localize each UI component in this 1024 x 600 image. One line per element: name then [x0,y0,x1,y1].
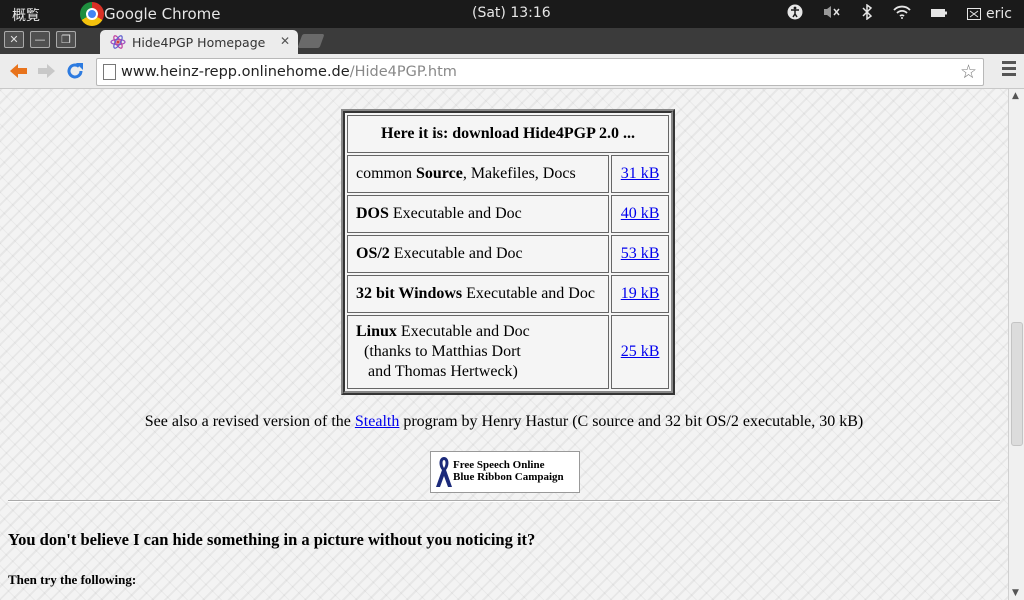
page-content: Here it is: download Hide4PGP 2.0 ... co… [0,89,1008,600]
tab-title: Hide4PGP Homepage [132,34,266,50]
row-description: common Source, Makefiles, Docs [347,155,610,193]
activities-button[interactable]: 概覧 [12,5,40,25]
battery-icon[interactable] [931,6,948,22]
scroll-down-icon[interactable]: ▼ [1012,588,1019,598]
row-description: 32 bit Windows Executable and Doc [347,275,610,313]
blue-ribbon-text: Free Speech Online Blue Ribbon Campaign [453,459,564,483]
chrome-logo-icon [80,2,104,26]
row-description: Linux Executable and Doc (thanks to Matt… [347,315,610,389]
row-size: 31 kB [611,155,669,193]
system-top-panel: 概覧 Google Chrome (Sat) 13:16 eric [0,0,1024,28]
window-minimize-button[interactable]: — [30,31,50,48]
row-description: OS/2 Executable and Doc [347,235,610,273]
user-name: eric [986,6,1012,22]
url-host: www.heinz-repp.onlinehome.de [121,64,350,80]
tab-strip: ✕ — ❐ Hide4PGP Homepage ✕ [0,28,1024,54]
back-arrow-icon[interactable] [7,60,29,82]
download-table: Here it is: download Hide4PGP 2.0 ... co… [341,109,675,395]
clock[interactable]: (Sat) 13:16 [472,5,551,21]
browser-toolbar: www.heinz-repp.onlinehome.de/Hide4PGP.ht… [0,54,1024,89]
row-description: DOS Executable and Doc [347,195,610,233]
volume-muted-icon[interactable] [823,4,841,24]
accessibility-icon[interactable] [787,4,803,24]
tab-hide4pgp[interactable]: Hide4PGP Homepage ✕ [100,30,298,54]
bookmark-star-icon[interactable]: ☆ [960,59,977,85]
atom-favicon-icon [110,34,126,50]
subheading: Then try the following: [8,572,137,587]
scroll-thumb[interactable] [1011,322,1023,446]
new-tab-button[interactable] [297,34,325,48]
window-restore-button[interactable]: ❐ [56,31,76,48]
scroll-up-icon[interactable]: ▲ [1012,91,1019,101]
chrome-menu-icon[interactable] [1002,61,1016,79]
download-os2-link[interactable]: 53 kB [621,245,660,262]
url-text: www.heinz-repp.onlinehome.de/Hide4PGP.ht… [121,59,457,85]
bluetooth-icon[interactable] [861,3,873,24]
section-heading: You don't believe I can hide something i… [8,530,536,549]
download-windows-link[interactable]: 19 kB [621,285,660,302]
stealth-link[interactable]: Stealth [355,413,399,430]
download-dos-link[interactable]: 40 kB [621,205,660,222]
row-size: 53 kB [611,235,669,273]
horizontal-divider [8,500,1000,502]
see-also-paragraph: See also a revised version of the Stealt… [144,413,864,430]
row-size: 25 kB [611,315,669,389]
app-menu[interactable]: Google Chrome [80,0,221,28]
download-table-header: Here it is: download Hide4PGP 2.0 ... [347,115,669,153]
reload-icon[interactable] [64,60,86,82]
row-size: 19 kB [611,275,669,313]
wifi-icon[interactable] [893,5,911,23]
tab-close-icon[interactable]: ✕ [280,34,290,48]
system-tray: eric [787,3,1012,24]
user-icon [967,8,982,20]
blue-ribbon-banner[interactable]: Free Speech Online Blue Ribbon Campaign [430,451,580,493]
row-size: 40 kB [611,195,669,233]
user-menu[interactable]: eric [967,6,1012,22]
download-linux-link[interactable]: 25 kB [621,343,660,360]
window-close-button[interactable]: ✕ [4,31,24,48]
blue-ribbon-icon [434,455,454,494]
app-name-label: Google Chrome [104,5,221,23]
page-icon [103,64,116,80]
download-source-link[interactable]: 31 kB [621,165,660,182]
vertical-scrollbar[interactable]: ▲ ▼ [1008,89,1024,600]
address-bar[interactable]: www.heinz-repp.onlinehome.de/Hide4PGP.ht… [96,58,984,86]
forward-arrow-icon[interactable] [36,60,58,82]
url-path: /Hide4PGP.htm [349,64,457,80]
